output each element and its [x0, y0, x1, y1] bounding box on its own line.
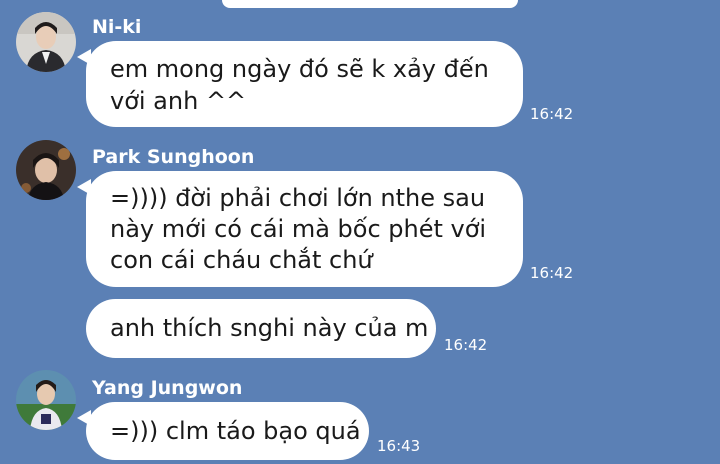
message-text: em mong ngày đó sẽ k xảy đến — [110, 55, 489, 83]
message-text: này mới có cái mà bốc phét với — [110, 215, 487, 243]
message-timestamp: 16:42 — [530, 264, 574, 282]
message-bubble[interactable]: =)))) đời phải chơi lớn nthe sau này mới… — [77, 171, 523, 287]
user-avatar-icon — [16, 12, 76, 72]
message-text: con cái cháu chắt chứ — [110, 246, 373, 274]
chat-message-list[interactable]: Ni-ki em mong ngày đó sẽ k xảy đến với a… — [0, 0, 720, 464]
message-text: =))) clm táo bạo quá — [110, 417, 361, 445]
user-avatar-icon — [16, 370, 76, 430]
message-text: anh thích snghi này của m — [110, 314, 429, 342]
message-timestamp: 16:42 — [444, 336, 488, 354]
sender-name: Park Sunghoon — [92, 146, 255, 168]
message-bubble[interactable]: =))) clm táo bạo quá — [77, 402, 369, 460]
sender-name: Ni-ki — [92, 16, 142, 38]
bubble-tail — [77, 179, 91, 195]
bubble-tail — [77, 49, 91, 65]
message-bubble[interactable]: em mong ngày đó sẽ k xảy đến với anh ^^ — [77, 41, 523, 127]
avatar-yang-jungwon[interactable] — [16, 370, 76, 430]
message-text: với anh ^^ — [110, 87, 247, 115]
previous-message-bubble-edge — [222, 0, 518, 8]
user-avatar-icon — [16, 140, 76, 200]
message-timestamp: 16:43 — [377, 437, 421, 455]
sender-name: Yang Jungwon — [92, 377, 243, 399]
avatar-niki[interactable] — [16, 12, 76, 72]
bubble-tail — [77, 410, 91, 426]
avatar-park-sunghoon[interactable] — [16, 140, 76, 200]
message-timestamp: 16:42 — [530, 105, 574, 123]
message-bubble[interactable]: anh thích snghi này của m — [86, 299, 436, 358]
message-text: =)))) đời phải chơi lớn nthe sau — [110, 184, 486, 212]
